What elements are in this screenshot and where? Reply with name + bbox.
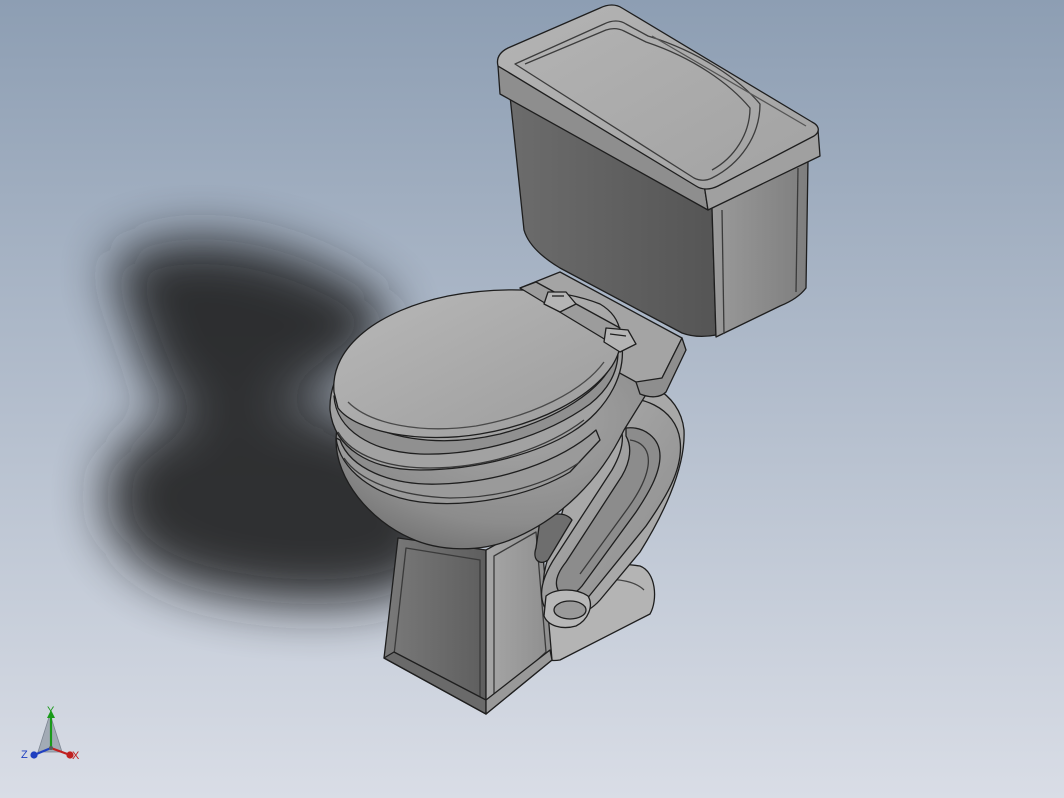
z-endpoint-icon	[30, 751, 38, 759]
model-scene[interactable]	[0, 0, 1064, 798]
triad-graphic	[30, 710, 74, 759]
y-arrow-icon	[47, 710, 55, 718]
x-endpoint-icon	[66, 751, 74, 759]
coordinate-triad[interactable]: Y Z X	[14, 700, 94, 780]
graphics-viewport[interactable]: Y Z X	[0, 0, 1064, 798]
triad-origin-icon	[49, 746, 53, 750]
